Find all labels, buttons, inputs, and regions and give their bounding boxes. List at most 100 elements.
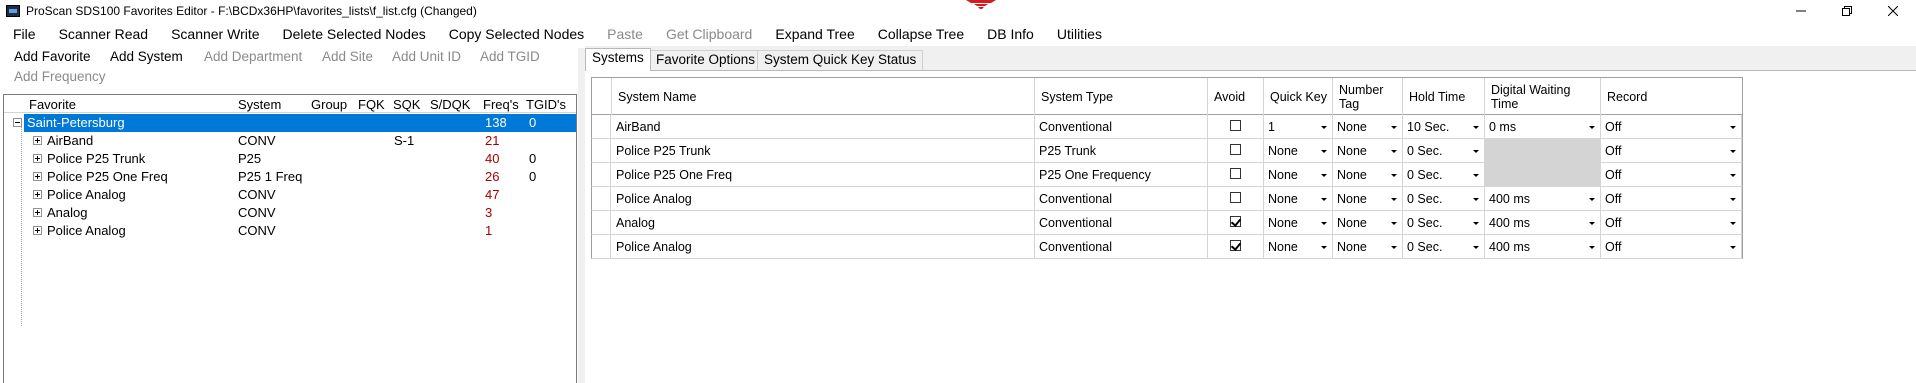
record-select[interactable]: Off: [1601, 139, 1742, 162]
menu-utilities[interactable]: Utilities: [1043, 26, 1111, 42]
digital-waiting-time-select[interactable]: 400 ms: [1485, 235, 1601, 258]
dropdown-arrow-icon[interactable]: [1318, 121, 1330, 133]
col-hold-time[interactable]: Hold Time: [1403, 78, 1485, 115]
grid-row[interactable]: Police P25 Trunk P25 Trunk None None 0 Sec. O…: [591, 139, 1743, 163]
number-tag-select[interactable]: None: [1333, 187, 1403, 210]
col-quick-key[interactable]: Quick Key: [1264, 78, 1333, 115]
tree-node-system[interactable]: Police P25 One Freq P25 1 Freq 26 0: [4, 168, 576, 186]
add-unit-id-button[interactable]: Add Unit ID: [392, 49, 461, 64]
add-system-button[interactable]: Add System: [110, 49, 183, 64]
favorites-tree[interactable]: Favorite System Group FQK SQK S/DQK Freq…: [3, 94, 577, 383]
col-tgids[interactable]: TGID's: [526, 97, 566, 112]
menu-scanner-write[interactable]: Scanner Write: [157, 26, 268, 42]
grid-row[interactable]: Police P25 One Freq P25 One Frequency None…: [591, 163, 1743, 187]
add-favorite-button[interactable]: Add Favorite: [14, 49, 91, 64]
avoid-checkbox[interactable]: [1230, 192, 1241, 203]
panel-splitter[interactable]: [578, 48, 585, 383]
system-type-cell[interactable]: P25 One Frequency: [1035, 163, 1208, 186]
dropdown-arrow-icon[interactable]: [1727, 217, 1739, 229]
dropdown-arrow-icon[interactable]: [1470, 193, 1482, 205]
quick-key-select[interactable]: 1: [1264, 115, 1333, 138]
system-name-cell[interactable]: Police P25 Trunk: [612, 139, 1035, 162]
minimize-button[interactable]: [1778, 0, 1824, 22]
col-system[interactable]: System: [238, 97, 281, 112]
menu-file[interactable]: File: [0, 26, 45, 42]
record-select[interactable]: Off: [1601, 211, 1742, 234]
tree-node-system[interactable]: Analog CONV 3: [4, 204, 576, 222]
dropdown-arrow-icon[interactable]: [1470, 145, 1482, 157]
dropdown-arrow-icon[interactable]: [1470, 121, 1482, 133]
row-header[interactable]: [592, 235, 611, 258]
quick-key-select[interactable]: None: [1264, 163, 1333, 186]
grid-row[interactable]: AirBand Conventional 1 None 10 Sec. 0 ms Off: [591, 115, 1743, 139]
tree-node-system[interactable]: Police P25 Trunk P25 40 0: [4, 150, 576, 168]
row-header[interactable]: [592, 163, 611, 186]
system-type-cell[interactable]: Conventional: [1035, 115, 1208, 138]
tab-systems[interactable]: Systems: [585, 48, 651, 71]
number-tag-select[interactable]: None: [1333, 115, 1403, 138]
tree-node-root[interactable]: Saint-Petersburg 138 0: [4, 114, 576, 132]
row-header[interactable]: [592, 187, 611, 210]
dropdown-arrow-icon[interactable]: [1388, 169, 1400, 181]
expand-icon[interactable]: [33, 190, 42, 199]
tree-node-system[interactable]: AirBand CONV S-1 21: [4, 132, 576, 150]
system-name-cell[interactable]: Police P25 One Freq: [612, 163, 1035, 186]
quick-key-select[interactable]: None: [1264, 211, 1333, 234]
add-frequency-button[interactable]: Add Frequency: [14, 69, 106, 84]
tree-node-system[interactable]: Police Analog CONV 1: [4, 222, 576, 240]
dropdown-arrow-icon[interactable]: [1318, 241, 1330, 253]
system-name-cell[interactable]: AirBand: [612, 115, 1035, 138]
dropdown-arrow-icon[interactable]: [1727, 145, 1739, 157]
avoid-cell[interactable]: [1208, 235, 1264, 258]
grid-row[interactable]: Analog Conventional None None 0 Sec. 400 ms Of…: [591, 211, 1743, 235]
quick-key-select[interactable]: None: [1264, 139, 1333, 162]
dropdown-arrow-icon[interactable]: [1388, 121, 1400, 133]
digital-waiting-time-select[interactable]: 0 ms: [1485, 115, 1601, 138]
menu-paste[interactable]: Paste: [593, 26, 652, 42]
number-tag-select[interactable]: None: [1333, 235, 1403, 258]
dropdown-arrow-icon[interactable]: [1727, 169, 1739, 181]
col-digital-waiting-time[interactable]: Digital Waiting Time: [1485, 78, 1601, 115]
number-tag-select[interactable]: None: [1333, 211, 1403, 234]
avoid-checkbox[interactable]: [1230, 168, 1241, 179]
add-tgid-button[interactable]: Add TGID: [480, 49, 540, 64]
dropdown-arrow-icon[interactable]: [1470, 241, 1482, 253]
avoid-checkbox[interactable]: [1230, 120, 1241, 131]
dropdown-arrow-icon[interactable]: [1388, 193, 1400, 205]
dropdown-arrow-icon[interactable]: [1318, 193, 1330, 205]
col-sdqk[interactable]: S/DQK: [430, 97, 470, 112]
col-number-tag[interactable]: Number Tag: [1333, 78, 1403, 115]
avoid-cell[interactable]: [1208, 163, 1264, 186]
system-name-cell[interactable]: Analog: [612, 211, 1035, 234]
system-name-cell[interactable]: Police Analog: [612, 235, 1035, 258]
digital-waiting-time-select[interactable]: 400 ms: [1485, 187, 1601, 210]
menu-scanner-read[interactable]: Scanner Read: [45, 26, 158, 42]
dropdown-arrow-icon[interactable]: [1470, 217, 1482, 229]
col-favorite[interactable]: Favorite: [29, 97, 76, 112]
expand-icon[interactable]: [33, 208, 42, 217]
expand-icon[interactable]: [33, 154, 42, 163]
avoid-checkbox[interactable]: [1230, 216, 1241, 227]
tree-node-system[interactable]: Police Analog CONV 47: [4, 186, 576, 204]
system-type-cell[interactable]: Conventional: [1035, 211, 1208, 234]
expand-icon[interactable]: [33, 136, 42, 145]
hold-time-select[interactable]: 0 Sec.: [1403, 139, 1485, 162]
dropdown-arrow-icon[interactable]: [1586, 121, 1598, 133]
row-header[interactable]: [592, 211, 611, 234]
avoid-cell[interactable]: [1208, 187, 1264, 210]
menu-delete-selected-nodes[interactable]: Delete Selected Nodes: [269, 26, 435, 42]
record-select[interactable]: Off: [1601, 187, 1742, 210]
dropdown-arrow-icon[interactable]: [1727, 193, 1739, 205]
expand-icon[interactable]: [33, 226, 42, 235]
dropdown-arrow-icon[interactable]: [1586, 241, 1598, 253]
col-freqs[interactable]: Freq's: [483, 97, 519, 112]
dropdown-arrow-icon[interactable]: [1727, 241, 1739, 253]
close-button[interactable]: [1870, 0, 1916, 22]
col-avoid[interactable]: Avoid: [1208, 78, 1264, 115]
tab-system-quick-key-status[interactable]: System Quick Key Status: [757, 50, 924, 70]
avoid-cell[interactable]: [1208, 211, 1264, 234]
restore-button[interactable]: [1824, 0, 1870, 22]
menu-get-clipboard[interactable]: Get Clipboard: [652, 26, 761, 42]
hold-time-select[interactable]: 10 Sec.: [1403, 115, 1485, 138]
dropdown-arrow-icon[interactable]: [1388, 241, 1400, 253]
